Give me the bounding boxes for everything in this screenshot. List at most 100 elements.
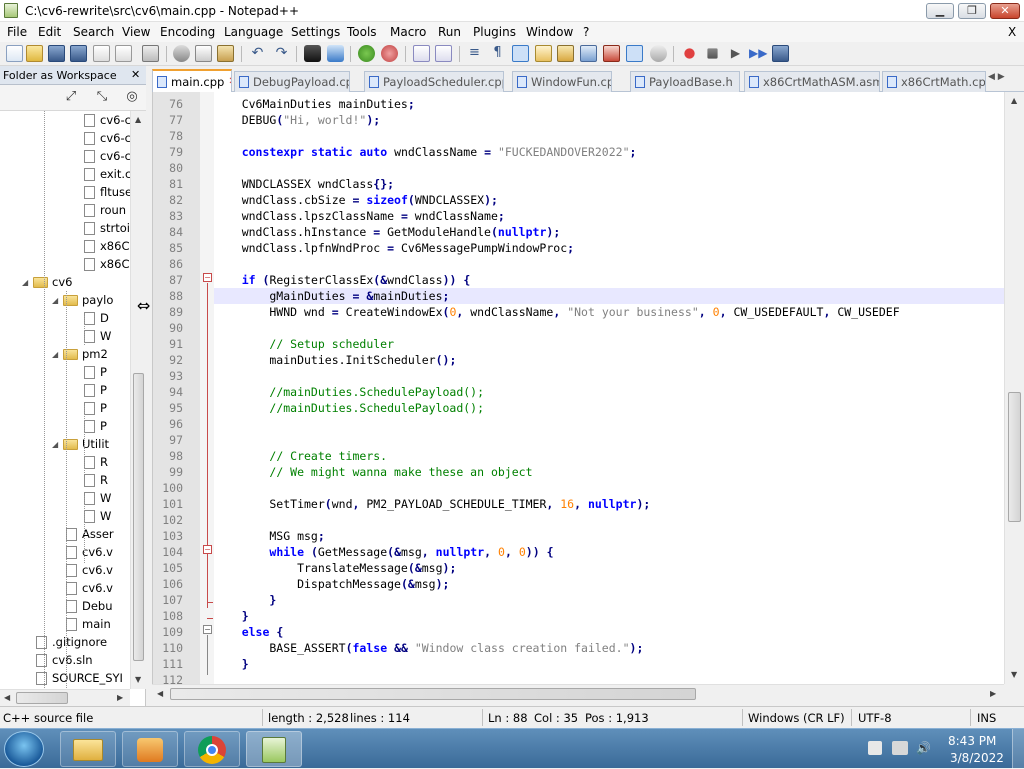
expand-arrow-icon[interactable]: ◢ xyxy=(52,296,61,305)
editor-hscroll-thumb[interactable] xyxy=(170,688,696,700)
network-icon[interactable] xyxy=(892,741,908,755)
fold-toggle-109[interactable]: − xyxy=(203,625,212,634)
tab-payloadbase-h[interactable]: PayloadBase.h xyxy=(630,71,740,92)
monitoring-icon[interactable] xyxy=(626,45,643,62)
sync-vertical-icon[interactable] xyxy=(413,45,430,62)
code-line[interactable]: } xyxy=(214,592,276,608)
code-line[interactable]: DEBUG("Hi, world!"); xyxy=(214,112,381,128)
save-macro-icon[interactable] xyxy=(772,45,789,62)
tree-file[interactable]: .gitignore xyxy=(36,633,107,651)
play-macro-icon[interactable]: ▶ xyxy=(727,45,744,62)
tree-file[interactable]: strtoi xyxy=(84,219,130,237)
tab-debugpayload-cpp[interactable]: DebugPayload.cpp xyxy=(234,71,350,92)
status-encoding[interactable]: UTF-8 xyxy=(858,711,892,725)
save-icon[interactable] xyxy=(48,45,65,62)
tree-file[interactable]: P xyxy=(84,399,107,417)
tab-payloadscheduler-cpp[interactable]: PayloadScheduler.cpp xyxy=(364,71,504,92)
code-line[interactable]: // We might wanna make these an object xyxy=(214,464,532,480)
menu-view[interactable]: View xyxy=(122,25,150,39)
action-center-icon[interactable] xyxy=(868,741,882,755)
tree-file[interactable]: cv6-c xyxy=(84,111,130,129)
tree-file[interactable]: x86C xyxy=(84,237,129,255)
expand-all-icon[interactable]: ⤢ xyxy=(63,89,79,105)
tree-folder[interactable]: ◢ Utilit xyxy=(52,435,109,453)
sync-horizontal-icon[interactable] xyxy=(435,45,452,62)
clock-time[interactable]: 8:43 PM xyxy=(948,734,996,748)
tree-file[interactable]: cv6.v xyxy=(66,561,113,579)
code-line[interactable]: //mainDuties.SchedulePayload(); xyxy=(214,400,484,416)
tree-horizontal-scrollbar[interactable]: ◀ ▶ xyxy=(0,689,130,706)
code-line[interactable]: if (RegisterClassEx(&wndClass)) { xyxy=(214,272,471,288)
record-macro-icon[interactable] xyxy=(681,45,698,62)
tree-file[interactable]: fltuse xyxy=(84,183,130,201)
tree-file[interactable]: R xyxy=(84,453,108,471)
tree-file[interactable]: x86C xyxy=(84,255,129,273)
folder-workspace-icon[interactable] xyxy=(603,45,620,62)
code-line[interactable]: gMainDuties = &mainDuties; xyxy=(214,288,1004,304)
find-icon[interactable] xyxy=(304,45,321,62)
tab-x86crtmath-cpp[interactable]: x86CrtMath.cpp xyxy=(882,71,986,92)
code-line[interactable]: else { xyxy=(214,624,284,640)
menu-settings[interactable]: Settings xyxy=(291,25,340,39)
code-line[interactable]: SetTimer(wnd, PM2_PAYLOAD_SCHEDULE_TIMER… xyxy=(214,496,650,512)
code-line[interactable]: Cv6MainDuties mainDuties; xyxy=(214,96,415,112)
tree-folder[interactable]: ◢ paylo xyxy=(52,291,113,309)
code-line[interactable]: MSG msg; xyxy=(214,528,324,544)
print-icon[interactable] xyxy=(142,45,159,62)
code-line[interactable]: wndClass.hInstance = GetModuleHandle(nul… xyxy=(214,224,561,240)
menu-tools[interactable]: Tools xyxy=(347,25,377,39)
code-line[interactable]: WNDCLASSEX wndClass{}; xyxy=(214,176,394,192)
tree-file[interactable]: W xyxy=(84,507,111,525)
tree-file[interactable]: cv6-c xyxy=(84,129,130,147)
code-line[interactable]: // Setup scheduler xyxy=(214,336,394,352)
indent-guide-icon[interactable] xyxy=(512,45,529,62)
code-editor[interactable]: 76 77 78 79 80 81 82 83 84 85 86 87 88 89 90 91 92 93 94 95… xyxy=(152,92,1004,684)
fold-toggle-87[interactable]: − xyxy=(203,273,212,282)
tab-x86crtmathasm-asm[interactable]: x86CrtMathASM.asm xyxy=(744,71,880,92)
code-line[interactable]: TranslateMessage(&msg); xyxy=(214,560,456,576)
document-map-icon[interactable] xyxy=(557,45,574,62)
code-line[interactable]: HWND wnd = CreateWindowEx(0, wndClassNam… xyxy=(214,304,899,320)
tree-file[interactable]: P xyxy=(84,417,107,435)
menu-file[interactable]: File xyxy=(7,25,27,39)
panel-close-button[interactable]: ✕ xyxy=(131,68,140,81)
word-wrap-icon[interactable]: ≡ xyxy=(466,45,483,62)
editor-scroll-thumb[interactable] xyxy=(1008,392,1021,522)
play-multiple-icon[interactable]: ▶▶ xyxy=(749,45,767,62)
paste-icon[interactable] xyxy=(217,45,234,62)
menu-edit[interactable]: Edit xyxy=(38,25,61,39)
menu-search[interactable]: Search xyxy=(73,25,114,39)
code-line[interactable]: DispatchMessage(&msg); xyxy=(214,576,449,592)
stop-macro-icon[interactable] xyxy=(707,48,718,59)
code-line[interactable]: // Create timers. xyxy=(214,448,387,464)
tree-file[interactable]: P xyxy=(84,381,107,399)
tree-file[interactable]: P xyxy=(84,363,107,381)
media-player-icon[interactable] xyxy=(122,731,178,767)
tab-scroll-arrows[interactable]: ◀ ▶ xyxy=(988,72,1005,82)
tree-folder[interactable]: ◢ cv6 xyxy=(22,273,72,291)
notepad-plus-plus-icon[interactable] xyxy=(246,731,302,767)
tree-file[interactable]: W xyxy=(84,489,111,507)
close-window-button[interactable]: ✕ xyxy=(990,3,1020,19)
tree-vertical-scrollbar[interactable]: ▲ ▼ xyxy=(130,111,146,689)
tree-file[interactable]: W xyxy=(84,327,111,345)
code-area[interactable]: Cv6MainDuties mainDuties; DEBUG("Hi, wor… xyxy=(214,92,1004,684)
tree-file[interactable]: SOURCE_SYI xyxy=(36,669,123,687)
tree-file[interactable]: cv6-c xyxy=(84,147,130,165)
code-line[interactable]: BASE_ASSERT(false && "Window class creat… xyxy=(214,640,643,656)
tree-file[interactable]: Asser xyxy=(66,525,114,543)
tree-file[interactable]: roun xyxy=(84,201,126,219)
tree-file[interactable]: cv6.v xyxy=(66,579,113,597)
close-all-icon[interactable] xyxy=(115,45,132,62)
tab-main-cpp[interactable]: main.cpp✕ xyxy=(152,69,232,92)
redo-icon[interactable]: ↷ xyxy=(273,45,290,62)
tree-file[interactable]: cv6.v xyxy=(66,543,113,561)
code-line[interactable]: constexpr static auto wndClassName = "FU… xyxy=(214,144,637,160)
show-all-characters-icon[interactable]: ¶ xyxy=(489,45,506,62)
tab-windowfun-cpp[interactable]: WindowFun.cpp xyxy=(512,71,612,92)
tree-scroll-thumb[interactable] xyxy=(133,373,144,661)
editor-vertical-scrollbar[interactable]: ▲ ▼ xyxy=(1004,92,1024,684)
tree-file[interactable]: D xyxy=(84,309,109,327)
restore-button[interactable]: ❐ xyxy=(958,3,986,19)
clock-date[interactable]: 3/8/2022 xyxy=(950,751,1004,765)
